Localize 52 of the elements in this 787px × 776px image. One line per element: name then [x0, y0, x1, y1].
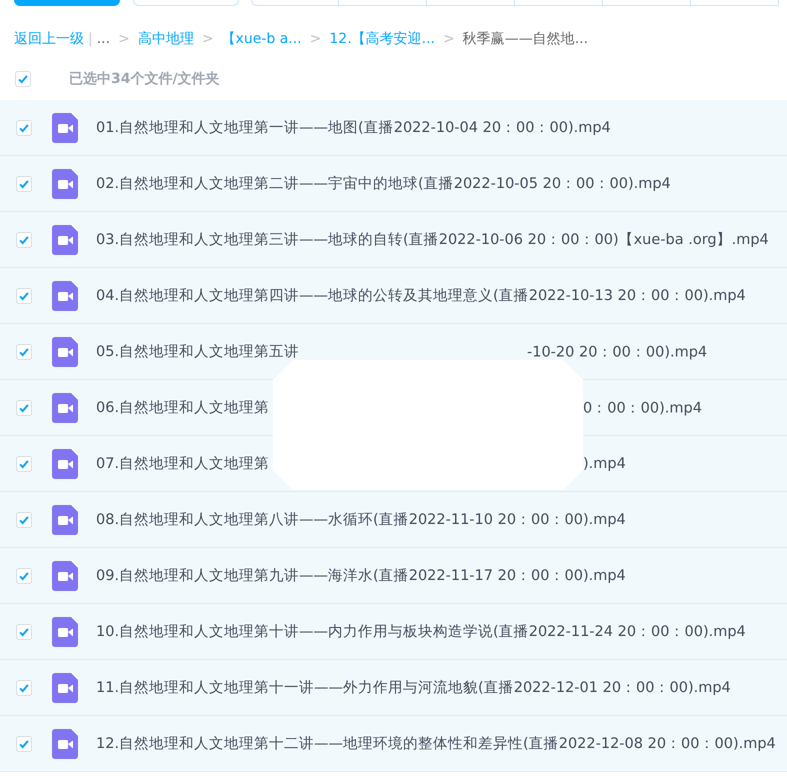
video-file-icon [52, 224, 78, 254]
breadcrumb-item[interactable]: 12.【高考安迎... [329, 30, 435, 48]
breadcrumb-item[interactable]: ... [96, 30, 110, 46]
breadcrumb-divider: | [88, 30, 93, 46]
video-file-icon [52, 616, 78, 646]
video-file-icon [52, 672, 78, 702]
breadcrumb-item[interactable]: 【xue-b a... [222, 30, 302, 48]
breadcrumb-separator: > [310, 30, 322, 46]
file-name: 09.自然地理和人文地理第九讲——海洋水(直播2022-11-17 20：00：00).mp4 [96, 567, 626, 585]
video-file-icon [52, 504, 78, 534]
checkbox[interactable] [16, 736, 32, 752]
breadcrumb-item[interactable]: 高中地理 [138, 30, 194, 48]
file-name: 10.自然地理和人文地理第十讲——内力作用与板块构造学说(直播2022-11-24 20：00：00).mp4 [96, 623, 746, 641]
video-file-icon [52, 560, 78, 590]
checkbox[interactable] [16, 624, 32, 640]
file-name: -10-20 20：00：00).mp4 [527, 343, 708, 361]
back-link[interactable]: 返回上一级 [14, 30, 84, 48]
file-name: 12.自然地理和人文地理第十二讲——地理环境的整体性和差异性(直播2022-12-08 20：00：00).mp4 [96, 734, 776, 753]
select-all-checkbox[interactable] [15, 71, 31, 87]
video-file-icon [52, 112, 78, 142]
video-file-icon [52, 168, 78, 198]
file-name: 04.自然地理和人文地理第四讲——地球的公转及其地理意义(直播2022-10-13 20：00：00).mp4 [96, 286, 746, 305]
checkbox[interactable] [16, 344, 32, 360]
checkbox[interactable] [16, 288, 32, 304]
checkbox[interactable] [16, 232, 32, 248]
video-file-icon [52, 448, 78, 478]
file-name: 05.自然地理和人文地理第五讲 [96, 343, 300, 361]
file-name: 03.自然地理和人文地理第三讲——地球的自转(直播2022-10-06 20：00：00)【xue-ba .org】.mp4 [96, 231, 769, 249]
selection-count: 已选中34个文件/文件夹 [69, 70, 220, 88]
video-file-icon [52, 728, 78, 758]
file-name: ).mp4 [583, 456, 626, 472]
checkbox[interactable] [16, 512, 32, 528]
video-file-icon [52, 336, 78, 366]
video-file-icon [52, 280, 78, 310]
file-name: 06.自然地理和人文地理第 [96, 399, 270, 417]
checkbox[interactable] [16, 120, 32, 136]
file-name: 08.自然地理和人文地理第八讲——水循环(直播2022-11-10 20：00：00).mp4 [96, 511, 626, 529]
file-name: 07.自然地理和人文地理第 [96, 455, 270, 473]
file-name: 01.自然地理和人文地理第一讲——地图(直播2022-10-04 20：00：00).mp4 [96, 119, 611, 137]
breadcrumb-item: 秋季赢——自然地... [462, 30, 588, 48]
file-name: 11.自然地理和人文地理第十一讲——外力作用与河流地貌(直播2022-12-01 20：00：00).mp4 [96, 678, 731, 697]
checkbox[interactable] [16, 456, 32, 472]
breadcrumb-separator: > [118, 30, 130, 46]
breadcrumb-separator: > [202, 30, 214, 46]
checkbox[interactable] [16, 400, 32, 416]
file-name: 0：00：00).mp4 [583, 399, 702, 417]
file-name: 02.自然地理和人文地理第二讲——宇宙中的地球(直播2022-10-05 20：00：00).mp4 [96, 174, 671, 193]
checkbox[interactable] [16, 568, 32, 584]
checkbox[interactable] [16, 680, 32, 696]
checkbox[interactable] [16, 176, 32, 192]
video-file-icon [52, 392, 78, 422]
breadcrumb-separator: > [443, 30, 455, 46]
